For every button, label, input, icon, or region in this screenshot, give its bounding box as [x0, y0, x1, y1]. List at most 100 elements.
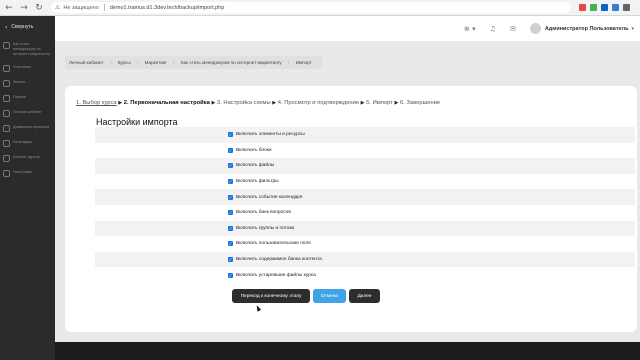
sidebar-item-settings[interactable]: Настройки — [0, 166, 55, 181]
collapse-sidebar-button[interactable]: ‹ Свернуть — [0, 16, 55, 38]
breadcrumb-item[interactable]: Маркетинг — [145, 60, 173, 65]
course-icon — [3, 42, 10, 49]
setting-label: Включать файлы — [236, 163, 275, 169]
step-arrow-icon: ▶ — [394, 100, 399, 106]
setting-label: Включать блоки — [236, 147, 272, 153]
users-icon — [3, 65, 10, 72]
extension-icon[interactable] — [590, 4, 597, 11]
setting-row: ✓ Включить содержимое банка контента — [95, 251, 635, 268]
setting-label: Включать элементы и ресурсы — [236, 132, 305, 138]
step-arrow-icon: ▶ — [360, 100, 365, 106]
profile-icon[interactable] — [623, 4, 630, 11]
page-title: Настройки импорта — [96, 117, 178, 127]
setting-row: ✓ Включать группы и потоки — [95, 220, 635, 237]
avatar[interactable] — [529, 23, 541, 34]
reload-icon[interactable]: ↻ — [33, 2, 45, 14]
sidebar: ‹ Свернуть Как стать менеджером по интер… — [0, 16, 55, 360]
sidebar-item-label: Участники — [13, 65, 32, 69]
step-complete: 6. Завершение — [399, 100, 441, 106]
sidebar-item-label: Значки — [13, 80, 26, 84]
step-schema-settings: 3. Настройка схемы — [216, 100, 271, 106]
step-initial-settings: 2. Первоначальная настройка — [123, 100, 210, 106]
user-name[interactable]: Администратор Пользователь — [545, 26, 629, 32]
setting-row: ✓ Включать фильтры — [95, 174, 635, 190]
step-import: 5. Импорт — [366, 100, 393, 106]
top-navbar: ⊕ ▾ ♫ ✉ Администратор Пользователь ▾ — [55, 16, 640, 42]
step-arrow-icon: ▶ — [211, 100, 216, 106]
grades-icon — [3, 95, 10, 102]
extension-icon[interactable] — [579, 4, 586, 11]
sidebar-item-catalog[interactable]: Каталог курсов — [0, 151, 55, 166]
globe-icon[interactable]: ⊕ ▾ — [464, 25, 476, 33]
sidebar-item-label: Оценки — [13, 95, 27, 99]
checkbox[interactable]: ✓ — [228, 179, 233, 185]
step-arrow-icon: ▶ — [118, 100, 123, 106]
sidebar-item-dashboard[interactable]: Личный кабинет — [0, 106, 55, 121]
setting-label: Включать пользовательские поля — [236, 241, 311, 247]
step-arrow-icon: ▶ — [272, 100, 277, 106]
collapse-label: Свернуть — [11, 24, 34, 30]
checkbox[interactable]: ✓ — [228, 257, 233, 263]
forward-arrow-icon[interactable]: → — [18, 2, 30, 14]
chevron-down-icon[interactable]: ▾ — [631, 26, 634, 32]
address-bar[interactable]: ⚠ Не защищено demo1.tramus.d1.3dev.tech/… — [51, 2, 571, 13]
sidebar-item-label: Как стать менеджером по интернет-маркети… — [13, 42, 50, 56]
step-select-course[interactable]: 1. Выбор курса — [76, 100, 117, 106]
browser-toolbar: ← → ↻ ⚠ Не защищено demo1.tramus.d1.3dev… — [0, 0, 640, 16]
setting-row: ✓ Включать пользовательские поля — [95, 236, 635, 252]
calendar-icon — [3, 140, 10, 147]
setting-label: Включать устаревшие файлы курса — [236, 272, 316, 278]
checkbox[interactable]: ✓ — [228, 210, 233, 216]
sidebar-item-label: Календарь — [13, 140, 33, 144]
checkbox[interactable]: ✓ — [228, 241, 233, 247]
badge-icon — [3, 80, 10, 87]
bell-icon[interactable]: ♫ — [490, 25, 496, 33]
step-review: 4. Просмотр и подтверждение — [277, 100, 360, 106]
linkedin-icon[interactable] — [601, 4, 608, 11]
cancel-button[interactable]: Отмена — [313, 289, 346, 303]
next-button[interactable]: Далее — [349, 289, 380, 303]
checkbox[interactable]: ✓ — [228, 163, 233, 169]
sidebar-item-label: Настройки — [13, 170, 32, 174]
checkbox[interactable]: ✓ — [228, 147, 233, 153]
sidebar-item-participants[interactable]: Участники — [0, 61, 55, 76]
gear-icon — [3, 170, 10, 177]
breadcrumb-item[interactable]: Курсы — [118, 60, 137, 65]
sidebar-item-grades[interactable]: Оценки — [0, 91, 55, 106]
address-divider — [103, 4, 105, 11]
jump-to-final-step-button[interactable]: Переход к конечному этапу — [232, 289, 310, 303]
back-arrow-icon[interactable]: ← — [3, 2, 15, 14]
setting-label: Включить содержимое банка контента — [236, 257, 322, 263]
breadcrumb-separator: › — [109, 59, 112, 66]
extension-icons — [579, 4, 630, 11]
setting-label: Включать события календаря — [236, 194, 303, 200]
page-footer — [55, 342, 640, 360]
dashboard-icon — [3, 110, 10, 117]
warning-icon: ⚠ — [55, 4, 61, 11]
sidebar-item-label: Домашняя страница — [13, 125, 50, 129]
chevron-left-icon: ‹ — [5, 23, 8, 31]
setting-row: ✓ Включать устаревшие файлы курса — [95, 267, 635, 283]
setting-row: ✓ Включать блоки — [95, 143, 635, 159]
import-settings-list: ✓ Включать элементы и ресурсы ✓ Включать… — [95, 127, 635, 283]
sidebar-item-label: Каталог курсов — [13, 155, 40, 159]
setting-row: ✓ Включать файлы — [95, 158, 635, 174]
sidebar-item-label: Личный кабинет — [13, 110, 42, 114]
chat-icon[interactable]: ✉ — [510, 25, 516, 33]
breadcrumb-item[interactable]: Как стать менеджером по интернет-маркети… — [181, 60, 288, 65]
setting-row: ✓ Включать банк вопросов — [95, 205, 635, 221]
sidebar-item-home[interactable]: Домашняя страница — [0, 121, 55, 136]
sidebar-item-calendar[interactable]: Календарь — [0, 136, 55, 151]
sidebar-item-course[interactable]: Как стать менеджером по интернет-маркети… — [0, 38, 55, 61]
setting-label: Включать фильтры — [236, 179, 279, 185]
url-text[interactable]: demo1.tramus.d1.3dev.tech/backup/import.… — [110, 5, 225, 11]
extension-icon[interactable] — [612, 4, 619, 11]
sidebar-item-badges[interactable]: Значки — [0, 76, 55, 91]
checkbox[interactable]: ✓ — [228, 194, 233, 200]
checkbox[interactable]: ✓ — [228, 225, 233, 231]
checkbox[interactable]: ✓ — [228, 272, 233, 278]
checkbox[interactable]: ✓ — [228, 132, 233, 138]
breadcrumb-separator: › — [287, 59, 290, 66]
breadcrumb-item[interactable]: Личный кабинет — [69, 60, 110, 65]
security-label: Не защищено — [63, 4, 99, 11]
